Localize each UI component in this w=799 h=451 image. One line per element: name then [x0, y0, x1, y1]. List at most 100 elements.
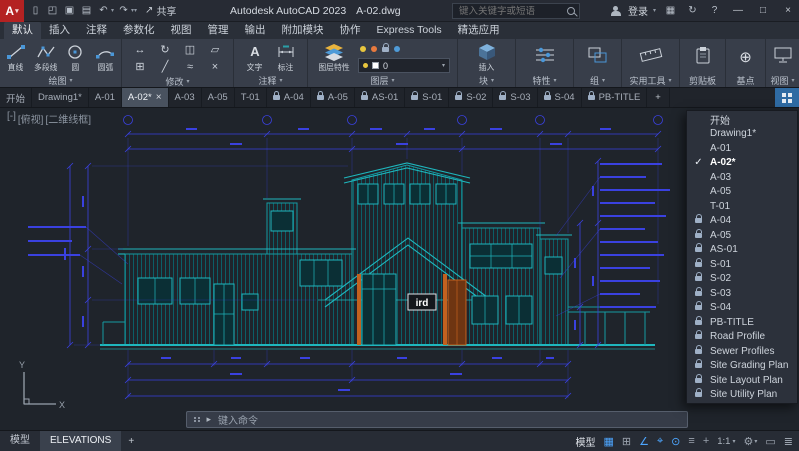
doc-tab[interactable]: A-05 [202, 88, 235, 107]
doc-tab[interactable]: T-01 [235, 88, 267, 107]
group-icon[interactable] [587, 46, 609, 69]
workspace-gear-button[interactable]: ⚙ ▾ [743, 435, 757, 448]
ribbon-tab-output[interactable]: 输出 [237, 22, 274, 39]
file-menu-item-locked[interactable]: Site Grading Plan [687, 359, 797, 374]
file-menu-item-locked[interactable]: Sewer Profiles [687, 344, 797, 359]
ribbon-tab-insert[interactable]: 插入 [41, 22, 78, 39]
ribbon-tab-manage[interactable]: 管理 [200, 22, 237, 39]
file-menu-item-locked[interactable]: Site Layout Plan [687, 373, 797, 388]
ribbon-tab-express-tools[interactable]: Express Tools [369, 22, 450, 39]
app-menu-button[interactable]: A ▾ [0, 0, 24, 22]
panel-label-block[interactable]: 块 ▾ [458, 74, 515, 87]
panel-label-properties[interactable]: 特性 ▾ [516, 74, 573, 87]
panel-label-modify[interactable]: 修改 ▾ [122, 75, 233, 88]
file-menu-item-locked[interactable]: AS-01 [687, 243, 797, 258]
new-layout-button[interactable]: + [121, 436, 141, 447]
lineweight-toggle[interactable]: ≡ [688, 435, 694, 447]
tab-overview-button[interactable] [775, 88, 799, 107]
file-menu-item-locked[interactable]: Site Utility Plan [687, 388, 797, 403]
drag-grip[interactable] [194, 416, 200, 423]
doc-tab-locked[interactable]: AS-01 [355, 88, 406, 107]
command-input-placeholder[interactable]: 键入命令 [218, 412, 258, 427]
file-menu-item-locked[interactable]: S-01 [687, 257, 797, 272]
model-paper-toggle[interactable]: 模型 [575, 434, 595, 449]
erase-icon[interactable]: × [203, 58, 228, 75]
bulb-icon[interactable] [360, 46, 366, 52]
grid-toggle[interactable]: ▦ [603, 435, 613, 448]
move-icon[interactable]: ↔ [128, 41, 153, 58]
sun-icon[interactable] [371, 46, 377, 52]
insert-block-button[interactable]: 插入 [470, 42, 504, 73]
chevron-down-icon[interactable]: ▾ [134, 7, 137, 14]
layout-tab-elevations[interactable]: ELEVATIONS [40, 431, 122, 451]
object-snap-tracking-toggle[interactable]: ⊙ [671, 435, 680, 448]
search-box[interactable] [452, 3, 580, 19]
panel-label-basepoint[interactable]: 基点 [726, 74, 765, 87]
mirror-icon[interactable]: ▱ [203, 41, 228, 58]
sync-icon[interactable]: ↻ [685, 5, 700, 16]
viewport-visual-style-control[interactable]: [二维线框] [45, 111, 91, 126]
layer-dropdown[interactable]: 0 ▾ [358, 58, 450, 73]
basepoint-icon[interactable]: ⊕ [739, 49, 752, 66]
panel-label-layers[interactable]: 图层 ▾ [308, 74, 457, 87]
ribbon-tab-home[interactable]: 默认 [4, 22, 41, 39]
doc-tab-locked[interactable]: A-05 [311, 88, 355, 107]
ribbon-tab-view[interactable]: 视图 [163, 22, 200, 39]
model-space-tab[interactable]: 模型 [0, 431, 40, 451]
panel-label-utilities[interactable]: 实用工具 ▾ [622, 74, 679, 87]
doc-tab-locked[interactable]: A-04 [267, 88, 311, 107]
file-menu-item[interactable]: A-05 [687, 185, 797, 200]
array-icon[interactable]: ⊞ [128, 58, 153, 75]
snap-toggle[interactable]: ⊞ [622, 435, 631, 448]
object-snap-toggle[interactable]: ⌖ [657, 435, 663, 448]
file-menu-item-locked[interactable]: S-04 [687, 301, 797, 316]
doc-tab-locked[interactable]: S-02 [449, 88, 494, 107]
ribbon-tab-addins[interactable]: 附加模块 [274, 22, 332, 39]
annotation-scale-button[interactable]: 1:1 ▾ [717, 436, 735, 447]
viewport-minimize-control[interactable]: [-] [7, 111, 16, 126]
new-tab-button[interactable]: + [647, 88, 670, 107]
doc-tab-active[interactable]: A-02* × [121, 88, 169, 107]
plot-icon[interactable]: ▤ [79, 5, 94, 16]
polar-tracking-toggle[interactable]: ∠ [639, 435, 649, 448]
doc-tab[interactable]: A-01 [89, 88, 122, 107]
line-tool-button[interactable]: 直线 [2, 42, 30, 73]
minimize-button[interactable]: — [729, 5, 747, 16]
trim-icon[interactable]: ╱ [153, 58, 178, 75]
new-drawing-icon[interactable]: ▯ [28, 5, 43, 16]
file-menu-item-locked[interactable]: PB-TITLE [687, 315, 797, 330]
panel-label-draw[interactable]: 绘图 ▾ [0, 74, 121, 87]
file-menu-item-locked[interactable]: A-04 [687, 214, 797, 229]
file-menu-item-current[interactable]: ✓ A-02* [687, 156, 797, 171]
fillet-icon[interactable]: ≈ [178, 58, 203, 75]
file-menu-item[interactable]: A-01 [687, 141, 797, 156]
file-menu-item[interactable]: 开始 [687, 112, 797, 127]
text-tool-button[interactable]: A 文字 [241, 42, 270, 73]
file-menu-item-locked[interactable]: S-03 [687, 286, 797, 301]
panel-label-annotation[interactable]: 注释 ▾ [234, 74, 307, 87]
ribbon-tab-featured-apps[interactable]: 精选应用 [450, 22, 508, 39]
file-menu-item[interactable]: Drawing1* [687, 127, 797, 142]
doc-tab-locked[interactable]: S-03 [493, 88, 538, 107]
isolate-objects-button[interactable]: ▭ [765, 435, 775, 448]
properties-icon[interactable] [533, 45, 557, 70]
file-menu-item-locked[interactable]: A-05 [687, 228, 797, 243]
search-icon[interactable] [567, 7, 575, 15]
file-menu-item-locked[interactable]: Road Profile [687, 330, 797, 345]
save-icon[interactable]: ▣ [62, 5, 77, 16]
layer-properties-button[interactable]: 图层特性 [315, 42, 353, 73]
rotate-icon[interactable]: ↻ [153, 41, 178, 58]
panel-label-view[interactable]: 视图 ▾ [766, 74, 799, 87]
close-tab-icon[interactable]: × [156, 92, 162, 103]
panel-label-groups[interactable]: 组 ▾ [574, 74, 621, 87]
undo-icon[interactable]: ↶ [96, 5, 111, 16]
dimension-tool-button[interactable]: 标注 [272, 42, 301, 73]
maximize-button[interactable]: □ [754, 5, 772, 16]
file-menu-item[interactable]: A-03 [687, 170, 797, 185]
measure-icon[interactable] [638, 45, 664, 70]
doc-tab[interactable]: A-03 [169, 88, 202, 107]
clipboard-icon[interactable] [693, 45, 713, 70]
app-store-icon[interactable]: ▦ [663, 5, 678, 16]
arc-tool-button[interactable]: 圆弧 [91, 42, 119, 73]
drawing-area[interactable]: ird Y X [-] [俯视] [二维线框] ▸ 键入命令 [0, 108, 799, 430]
